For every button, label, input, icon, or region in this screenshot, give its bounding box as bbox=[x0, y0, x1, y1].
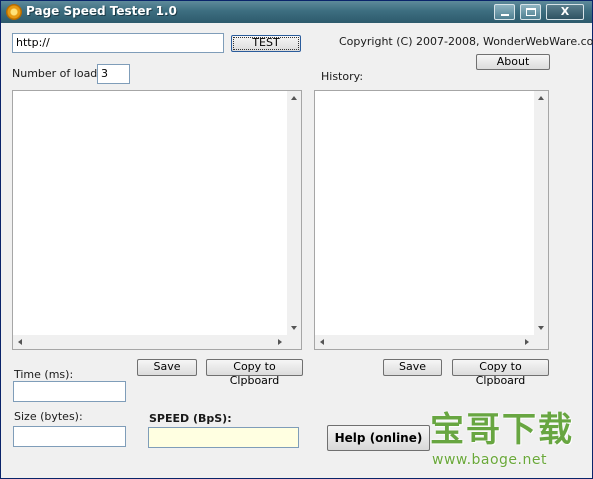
results-vertical-scrollbar[interactable] bbox=[287, 91, 301, 335]
history-list[interactable] bbox=[314, 90, 549, 350]
time-label: Time (ms): bbox=[14, 368, 74, 381]
results-list[interactable] bbox=[12, 90, 302, 350]
scroll-corner bbox=[534, 335, 548, 349]
time-field bbox=[13, 381, 126, 402]
size-field bbox=[13, 426, 126, 447]
scroll-up-arrow[interactable] bbox=[291, 96, 297, 100]
history-vertical-scrollbar[interactable] bbox=[534, 91, 548, 335]
window-title: Page Speed Tester 1.0 bbox=[26, 4, 177, 18]
speed-label: SPEED (BpS): bbox=[149, 412, 232, 425]
scroll-left-arrow[interactable] bbox=[320, 339, 324, 345]
watermark-logo-text: 宝哥下载 bbox=[430, 410, 574, 450]
minimize-icon bbox=[501, 14, 509, 16]
url-input[interactable]: http:// bbox=[12, 33, 224, 53]
copyright-text: Copyright (C) 2007-2008, WonderWebWare.c… bbox=[339, 35, 593, 48]
scroll-right-arrow[interactable] bbox=[278, 339, 282, 345]
test-button[interactable]: TEST bbox=[231, 35, 301, 52]
scroll-up-arrow[interactable] bbox=[538, 96, 544, 100]
scroll-left-arrow[interactable] bbox=[18, 339, 22, 345]
history-label: History: bbox=[321, 70, 364, 83]
maximize-icon bbox=[526, 8, 536, 16]
close-button[interactable]: X bbox=[546, 4, 584, 20]
size-label: Size (bytes): bbox=[14, 410, 83, 423]
copy-history-button[interactable]: Copy to Clpboard bbox=[452, 359, 549, 387]
scroll-right-arrow[interactable] bbox=[525, 339, 529, 345]
help-online-button[interactable]: Help (online) bbox=[327, 425, 430, 451]
save-results-button[interactable]: Save bbox=[137, 359, 197, 376]
scroll-corner bbox=[287, 335, 301, 349]
minimize-button[interactable] bbox=[494, 4, 515, 20]
copy-results-button[interactable]: Copy to Clpboard bbox=[206, 359, 303, 387]
loads-input[interactable]: 3 bbox=[97, 64, 130, 84]
loads-label: Number of loads: bbox=[12, 67, 107, 80]
app-icon bbox=[6, 4, 22, 20]
watermark-url: www.baoge.net bbox=[432, 452, 547, 468]
app-window: Page Speed Tester 1.0 X http:// TEST Cop… bbox=[0, 0, 593, 479]
title-bar[interactable]: Page Speed Tester 1.0 X bbox=[1, 1, 592, 23]
speed-field bbox=[148, 427, 299, 448]
close-icon: X bbox=[560, 5, 570, 18]
about-button[interactable]: About bbox=[476, 54, 550, 70]
watermark: 宝哥下载 www.baoge.net bbox=[430, 410, 580, 472]
scroll-down-arrow[interactable] bbox=[538, 326, 544, 330]
save-history-button[interactable]: Save bbox=[383, 359, 442, 376]
maximize-button[interactable] bbox=[520, 4, 541, 20]
results-horizontal-scrollbar[interactable] bbox=[13, 335, 287, 349]
history-horizontal-scrollbar[interactable] bbox=[315, 335, 534, 349]
scroll-down-arrow[interactable] bbox=[291, 326, 297, 330]
